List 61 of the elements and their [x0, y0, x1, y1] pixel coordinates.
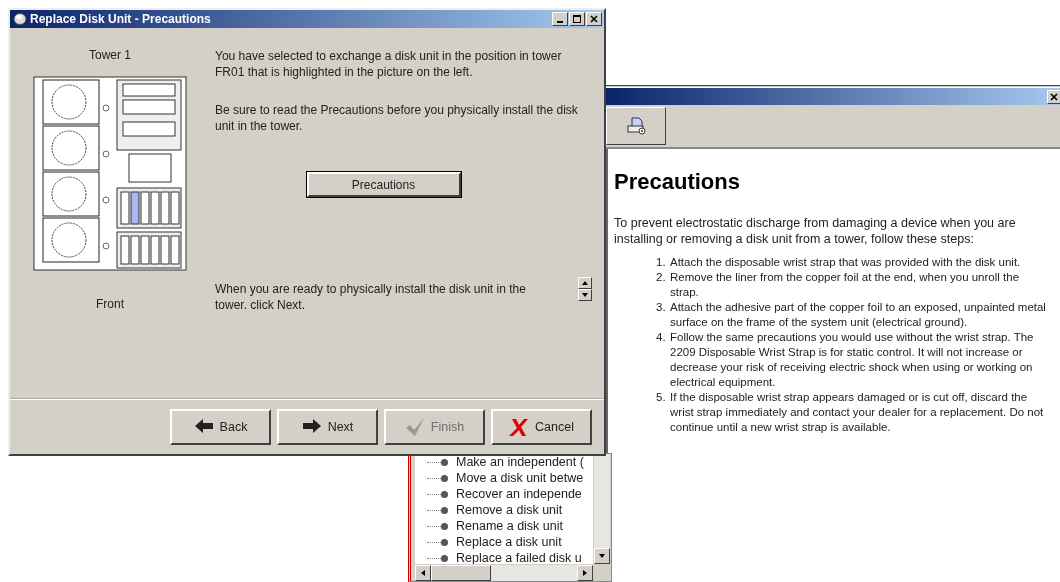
instruction-text: You have selected to exchange a disk unit in the position in tower FR01 that is highlighted in the picture on the left.: [215, 48, 563, 80]
horizontal-scrollbar[interactable]: [415, 565, 593, 581]
step-text: Follow the same precautions you would use without the wrist strap. The 2209 Disposable Wrist Strap is for static control. It will not increase or decrease your risk of receiving electric shock when using or working on electrical equipment.: [670, 330, 1035, 390]
step-number: 3.: [656, 300, 667, 315]
x-icon: [509, 418, 530, 436]
right-arrow-icon: [301, 418, 322, 436]
step-number: 2.: [656, 270, 667, 285]
left-arrow-icon: [193, 418, 214, 436]
maximize-icon: [573, 15, 581, 23]
check-icon: [404, 418, 425, 436]
help-intro: To prevent electrostatic discharge from damaging a device when you are installing or removing a disk unit from a tower, follow these steps:: [614, 215, 1017, 247]
scroll-thumb[interactable]: [431, 565, 491, 581]
print-button[interactable]: [606, 107, 666, 145]
step-text: Remove the liner from the copper foil at the end, when you unroll the strap.: [670, 270, 1021, 300]
bullet-icon: [441, 458, 448, 466]
tree-item[interactable]: Replace a disk unit: [415, 534, 593, 550]
scroll-left-button[interactable]: [415, 565, 431, 581]
step-text: Attach the disposable wrist strap that was provided with the disk unit.: [670, 255, 1022, 270]
bullet-icon: [441, 554, 448, 562]
close-icon: [590, 15, 598, 23]
precautions-button[interactable]: Precautions: [306, 172, 461, 197]
scroll-down-button[interactable]: [578, 289, 592, 301]
next-button[interactable]: Next: [277, 409, 378, 445]
scroll-right-button[interactable]: [577, 565, 593, 581]
step-text: If the disposable wrist strap appears damaged or is cut off, discard the wrist strap immediately and contact your dealer for a replacement. Do not continue until a new wrist strap is available.: [670, 390, 1045, 435]
window-title: Replace Disk Unit - Precautions: [30, 12, 211, 26]
printer-icon: [626, 116, 646, 136]
triangle-icon: [419, 569, 427, 577]
bullet-icon: [441, 522, 448, 530]
vertical-scrollbar[interactable]: [594, 454, 610, 564]
tree-item[interactable]: Make an independent (: [415, 454, 593, 470]
bullet-icon: [441, 538, 448, 546]
scroll-up-button[interactable]: [578, 277, 592, 289]
tree-item[interactable]: Recover an independe: [415, 486, 593, 502]
bullet-icon: [441, 490, 448, 498]
disk-icon: [13, 12, 27, 26]
help-heading: Precautions: [614, 169, 741, 195]
tree-item[interactable]: Move a disk unit betwe: [415, 470, 593, 486]
triangle-icon: [598, 552, 606, 560]
step-number: 4.: [656, 330, 667, 345]
back-button[interactable]: Back: [170, 409, 271, 445]
bullet-icon: [441, 474, 448, 482]
tree-item[interactable]: Rename a disk unit: [415, 518, 593, 534]
cancel-button[interactable]: Cancel: [491, 409, 592, 445]
instruction-text: Be sure to read the Precautions before you physically install the disk unit in the tower.: [215, 102, 579, 134]
minimize-button[interactable]: [552, 12, 568, 26]
close-button[interactable]: [1047, 89, 1060, 104]
close-icon: [1050, 92, 1058, 101]
step-number: 5.: [656, 390, 667, 405]
tree-item[interactable]: Remove a disk unit: [415, 502, 593, 518]
instruction-text: When you are ready to physically install the disk unit in the tower. click Next.: [215, 281, 527, 313]
step-number: 1.: [656, 255, 667, 270]
triangle-icon: [581, 569, 589, 577]
close-button[interactable]: [586, 12, 602, 26]
bullet-icon: [441, 506, 448, 514]
tower-caption: Front: [96, 297, 124, 311]
tree-item[interactable]: Replace a failed disk u: [415, 550, 593, 564]
scroll-down-button[interactable]: [594, 548, 610, 564]
maximize-button[interactable]: [569, 12, 585, 26]
tower-label: Tower 1: [89, 48, 131, 62]
step-text: Attach the adhesive part of the copper foil to an exposed, unpainted metal surface on the frame of the system unit (electrical ground).: [670, 300, 1046, 330]
